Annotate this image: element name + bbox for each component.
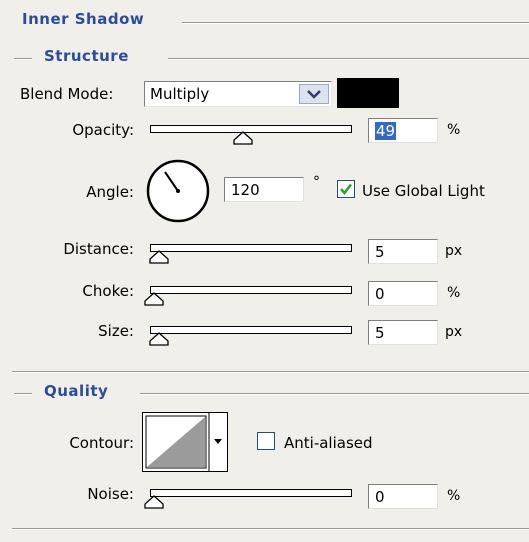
divider — [12, 371, 529, 373]
choke-input[interactable]: 0 — [368, 281, 438, 306]
blend-mode-value: Multiply — [150, 85, 210, 103]
angle-dial[interactable] — [142, 155, 214, 227]
panel-title: Inner Shadow — [22, 10, 145, 28]
anti-aliased-label[interactable]: Anti-aliased — [284, 434, 373, 452]
distance-slider-track[interactable] — [150, 244, 352, 252]
choke-slider-thumb[interactable] — [143, 292, 165, 306]
divider — [182, 22, 529, 24]
contour-preview-icon — [145, 413, 222, 471]
angle-input[interactable]: 120 — [224, 177, 304, 202]
noise-label: Noise: — [87, 485, 134, 503]
distance-unit: px — [445, 243, 463, 259]
distance-slider-thumb[interactable] — [148, 250, 170, 264]
chevron-down-icon[interactable] — [299, 84, 329, 104]
structure-title: Structure — [44, 47, 129, 65]
noise-slider-thumb[interactable] — [143, 495, 165, 509]
opacity-input[interactable]: 49 — [368, 118, 438, 143]
global-light-label[interactable]: Use Global Light — [362, 182, 485, 200]
choke-unit: % — [447, 285, 461, 301]
opacity-slider-thumb[interactable] — [232, 131, 254, 145]
contour-picker[interactable] — [142, 412, 228, 472]
anti-aliased-checkbox[interactable] — [257, 432, 275, 450]
size-input[interactable]: 5 — [368, 320, 438, 345]
divider — [140, 393, 529, 395]
opacity-unit: % — [447, 122, 461, 138]
opacity-label: Opacity: — [72, 121, 134, 139]
choke-slider-track[interactable] — [150, 286, 352, 294]
size-slider-track[interactable] — [150, 326, 352, 334]
contour-label: Contour: — [69, 434, 134, 452]
blend-mode-label: Blend Mode: — [20, 85, 114, 103]
distance-value: 5 — [375, 243, 385, 261]
opacity-value: 49 — [375, 122, 397, 140]
angle-value: 120 — [231, 181, 260, 199]
global-light-checkbox[interactable] — [337, 180, 355, 198]
distance-label: Distance: — [63, 240, 134, 258]
noise-value: 0 — [375, 488, 385, 506]
noise-unit: % — [447, 488, 461, 504]
divider — [14, 393, 32, 395]
choke-label: Choke: — [82, 282, 134, 300]
size-slider-thumb[interactable] — [148, 332, 170, 346]
choke-value: 0 — [375, 285, 385, 303]
quality-title: Quality — [44, 382, 109, 400]
check-icon — [340, 183, 353, 196]
divider — [12, 528, 529, 530]
divider — [14, 58, 32, 60]
noise-input[interactable]: 0 — [368, 484, 438, 509]
divider — [168, 58, 529, 60]
blend-mode-select[interactable]: Multiply — [144, 81, 332, 107]
angle-label: Angle: — [86, 183, 134, 201]
size-value: 5 — [375, 324, 385, 342]
distance-input[interactable]: 5 — [368, 239, 438, 264]
noise-slider-track[interactable] — [150, 489, 352, 497]
angle-unit: ° — [313, 174, 320, 190]
size-unit: px — [445, 324, 463, 340]
shadow-color-swatch[interactable] — [337, 78, 399, 108]
size-label: Size: — [98, 322, 134, 340]
